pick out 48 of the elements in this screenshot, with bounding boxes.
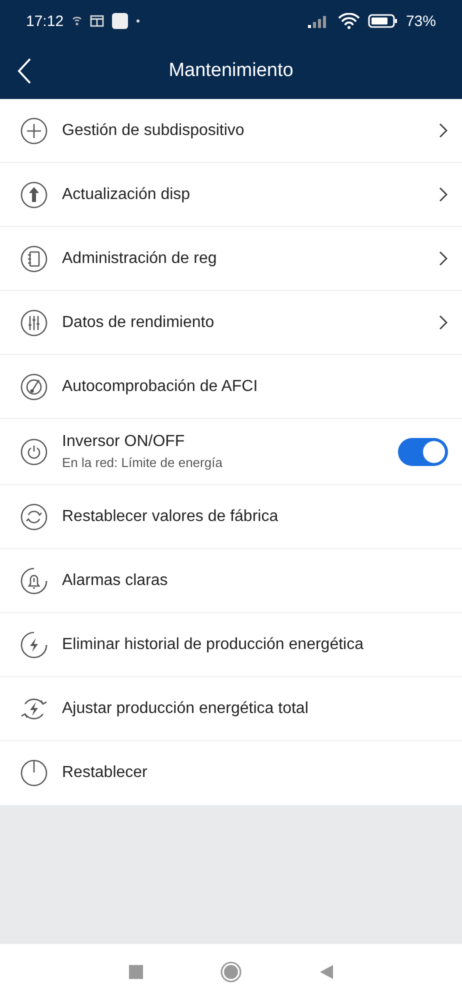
- menu-item[interactable]: Ajustar producción energética total: [0, 677, 462, 741]
- menu-item[interactable]: Eliminar historial de producción energética: [0, 613, 462, 677]
- chevron-right-icon: [439, 123, 448, 138]
- item-label: Administración de reg: [62, 250, 218, 268]
- plus-circle-icon: [20, 116, 48, 144]
- menu-item[interactable]: Actualización disp: [0, 163, 462, 227]
- power-icon: [20, 438, 48, 466]
- calendar-icon: [90, 15, 104, 27]
- home-button[interactable]: [220, 961, 242, 983]
- menu-item[interactable]: Alarmas claras: [0, 549, 462, 613]
- item-label: Restablecer valores de fábrica: [62, 508, 280, 526]
- battery-percentage: 73%: [406, 12, 436, 30]
- item-label: Eliminar historial de producción energética: [62, 636, 364, 654]
- chevron-right-icon: [439, 315, 448, 330]
- item-label: Alarmas claras: [62, 572, 169, 590]
- menu-item[interactable]: Restablecer valores de fábrica: [0, 485, 462, 549]
- battery-icon: [368, 14, 398, 28]
- menu-item[interactable]: Gestión de subdispositivo: [0, 99, 462, 163]
- chevron-right-icon: [439, 187, 448, 202]
- menu-item[interactable]: Restablecer: [0, 741, 462, 805]
- up-arrow-circle-icon: [20, 180, 48, 208]
- item-label: Inversor ON/OFF: [62, 433, 186, 451]
- item-subtitle: En la red: Límite de energía: [62, 455, 224, 470]
- item-label: Restablecer: [62, 764, 148, 782]
- recents-button[interactable]: [128, 964, 144, 980]
- app-notification-icon: [112, 13, 128, 29]
- back-nav-button[interactable]: [318, 964, 334, 980]
- wifi-icon: [338, 13, 360, 29]
- clock: 17:12: [26, 12, 64, 30]
- item-label: Gestión de subdispositivo: [62, 122, 246, 140]
- wifi-question-icon: [72, 15, 82, 27]
- toggle-switch[interactable]: [398, 438, 448, 466]
- sliders-circle-icon: [20, 308, 48, 336]
- lightning-reset-icon: [20, 630, 48, 658]
- item-label: Datos de rendimiento: [62, 314, 216, 332]
- menu-item[interactable]: Administración de reg: [0, 227, 462, 291]
- menu-item[interactable]: Datos de rendimiento: [0, 291, 462, 355]
- refresh-circle-icon: [20, 502, 48, 530]
- item-label: Ajustar producción energética total: [62, 700, 310, 718]
- item-label: Autocomprobación de AFCI: [62, 378, 259, 396]
- gauge-icon: [20, 372, 48, 400]
- bell-reset-icon: [20, 566, 48, 594]
- chevron-right-icon: [439, 251, 448, 266]
- notebook-circle-icon: [20, 244, 48, 272]
- dot-icon: [136, 19, 140, 23]
- item-label: Actualización disp: [62, 186, 192, 204]
- screen-title: Mantenimiento: [168, 60, 294, 80]
- menu-item[interactable]: Autocomprobación de AFCI: [0, 355, 462, 419]
